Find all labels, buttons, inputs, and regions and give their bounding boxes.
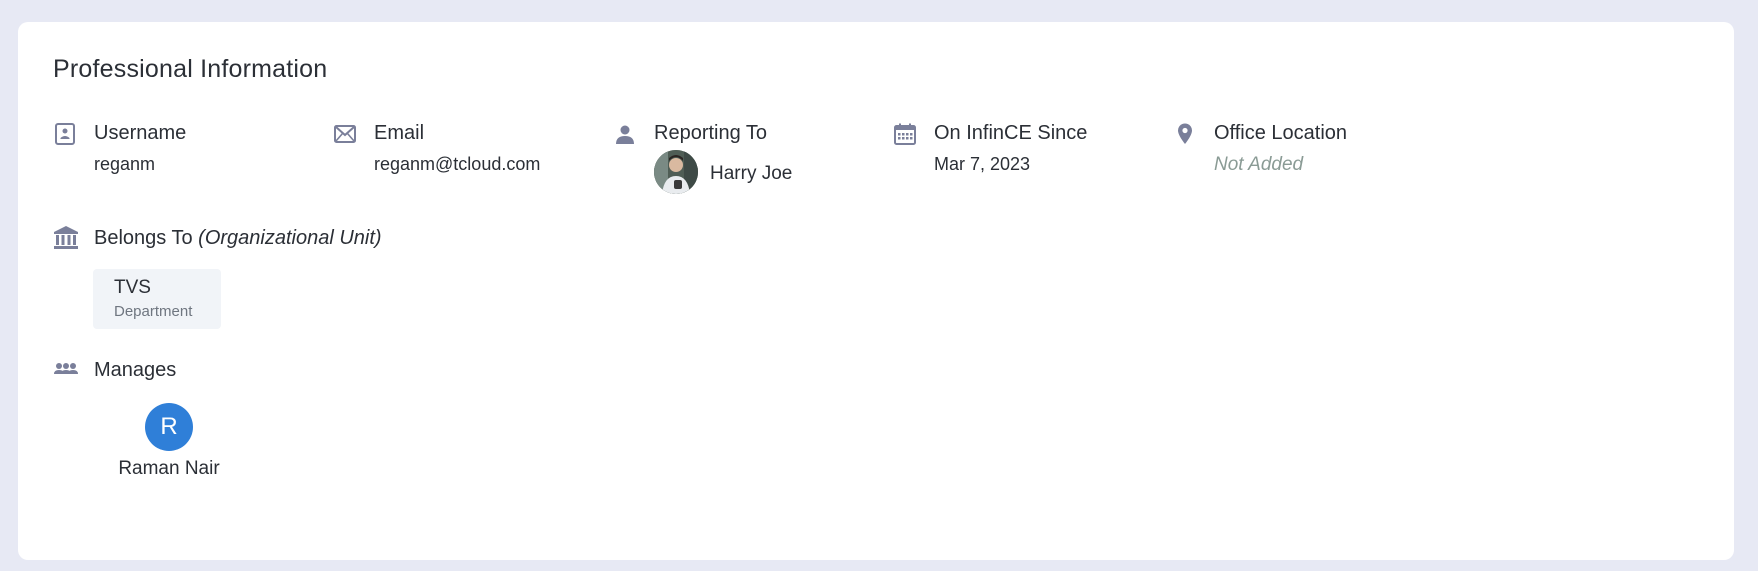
- org-unit-name: TVS: [114, 277, 151, 298]
- manager-avatar[interactable]: [654, 150, 698, 194]
- belongs-to-label: Belongs To (Organizational Unit): [94, 227, 382, 250]
- envelope-icon: [334, 125, 356, 143]
- institution-icon: [54, 226, 78, 249]
- email-value[interactable]: reganm@tcloud.com: [374, 154, 540, 175]
- location-pin-icon: [1178, 123, 1192, 144]
- section-title: Professional Information: [53, 55, 328, 83]
- belongs-to-suffix: (Organizational Unit): [198, 227, 382, 249]
- direct-report-name: Raman Nair: [118, 458, 220, 479]
- username-value: reganm: [94, 154, 156, 174]
- on-since-value: Mar 7, 2023: [934, 154, 1031, 174]
- manager-name[interactable]: Harry Joe: [710, 163, 792, 185]
- email-label: Email: [374, 122, 425, 144]
- reporting-to-label: Reporting To: [654, 122, 768, 144]
- group-icon: [54, 363, 78, 374]
- office-location-label: Office Location: [1214, 122, 1348, 144]
- direct-report[interactable]: R Raman Nair: [104, 403, 234, 480]
- professional-information-card: Professional Information Username reganm…: [18, 22, 1734, 560]
- org-unit-type: Department: [114, 303, 193, 320]
- id-card-icon: [55, 123, 75, 145]
- calendar-icon: [894, 123, 916, 145]
- username-label: Username: [94, 122, 187, 144]
- on-since-label: On InfinCE Since: [934, 122, 1088, 144]
- manages-label: Manages: [94, 359, 177, 381]
- manager-photo-icon: [654, 150, 698, 194]
- office-location-value: Not Added: [1214, 154, 1304, 175]
- belongs-to-title: Belongs To: [94, 227, 193, 249]
- direct-report-avatar: R: [145, 403, 193, 451]
- person-icon: [616, 125, 634, 144]
- org-unit-chip[interactable]: TVS Department: [93, 269, 221, 329]
